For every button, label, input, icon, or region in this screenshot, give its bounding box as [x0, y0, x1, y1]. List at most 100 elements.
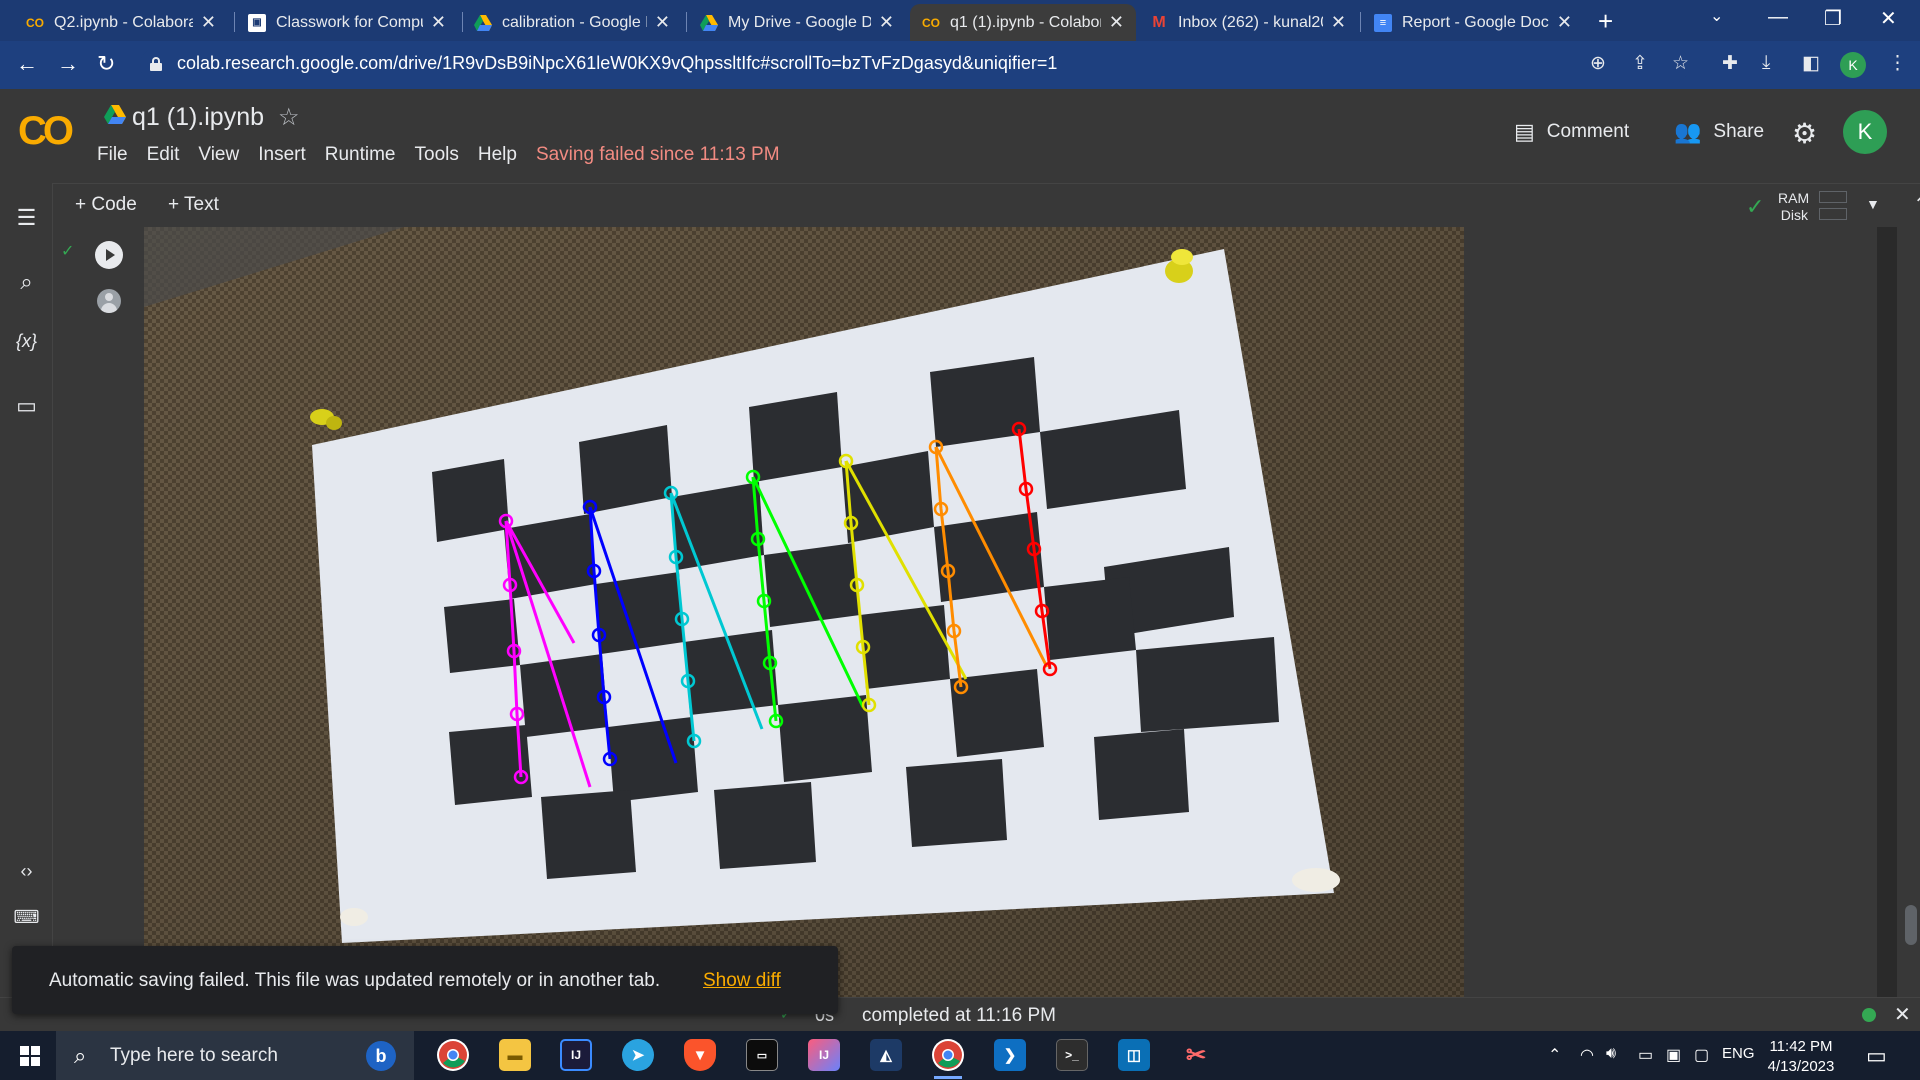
kebab-menu-icon[interactable]: ⋮	[1888, 52, 1907, 75]
share-button[interactable]: 👥 Share	[1674, 119, 1764, 145]
avatar[interactable]: K	[1843, 110, 1887, 154]
add-code-button[interactable]: + Code	[75, 194, 137, 216]
tray-chevron-up-icon[interactable]: ⌃	[1548, 1045, 1561, 1065]
side-panel-icon[interactable]: ◧	[1802, 52, 1820, 75]
browser-tab-active[interactable]: CO q1 (1).ipynb - Colabor ✕	[910, 4, 1136, 41]
page-scrollbar-thumb[interactable]	[1905, 905, 1917, 945]
output-scrollbar[interactable]	[1877, 227, 1897, 997]
meet-now-icon[interactable]: ▢	[1694, 1045, 1709, 1065]
intellij-ultimate-icon[interactable]: IJ	[808, 1039, 840, 1071]
browser-tab[interactable]: M Inbox (262) - kunal20 ✕	[1138, 4, 1358, 41]
close-tab-icon[interactable]: ✕	[1109, 12, 1124, 33]
share-label: Share	[1713, 121, 1765, 142]
tab-title: My Drive - Google Dr	[728, 13, 871, 31]
forward-icon[interactable]: →	[57, 51, 79, 77]
tab-search-chevron-icon[interactable]: ⌄	[1710, 6, 1723, 26]
table-of-contents-icon[interactable]: ☰	[0, 205, 53, 231]
close-tab-icon[interactable]: ✕	[201, 12, 216, 33]
drive-icon[interactable]	[104, 105, 126, 125]
comment-label: Comment	[1546, 121, 1630, 142]
restore-icon[interactable]: ❐	[1824, 6, 1842, 31]
colab-logo[interactable]: CO	[18, 109, 74, 154]
brave-icon[interactable]: ▼	[684, 1039, 716, 1071]
tab-separator	[1360, 12, 1361, 32]
language-indicator[interactable]: ENG	[1722, 1045, 1755, 1062]
menu-help[interactable]: Help	[478, 144, 517, 166]
colab-header: CO q1 (1).ipynb ☆ File Edit View Insert …	[0, 89, 1920, 183]
profile-avatar[interactable]: K	[1840, 52, 1866, 78]
save-status[interactable]: Saving failed since 11:13 PM	[536, 144, 780, 166]
resources-indicator[interactable]: ✓ RAM Disk ▼	[1746, 188, 1886, 224]
star-icon[interactable]: ☆	[278, 103, 300, 132]
minimize-icon[interactable]: —	[1768, 6, 1788, 29]
windows-start-icon[interactable]	[20, 1046, 40, 1066]
bookmark-star-icon[interactable]: ☆	[1672, 52, 1689, 75]
browser-tab[interactable]: ▣ Classwork for Comput ✕	[236, 4, 458, 41]
code-snippets-icon[interactable]: ‹›	[0, 861, 53, 882]
share-page-icon[interactable]: ⇪	[1632, 52, 1648, 75]
run-cell-button[interactable]	[95, 241, 123, 269]
notebook-title[interactable]: q1 (1).ipynb	[132, 103, 264, 132]
close-tab-icon[interactable]: ✕	[655, 12, 670, 33]
disk-bar	[1819, 208, 1847, 220]
search-icon[interactable]: ⌕	[0, 269, 53, 295]
search-icon: ⌕	[74, 1043, 87, 1068]
volume-icon[interactable]: 🔊︎	[1606, 1045, 1616, 1063]
chevron-up-icon[interactable]: ⌃	[1913, 192, 1920, 217]
intellij-icon[interactable]: IJ	[560, 1039, 592, 1071]
vscode-icon[interactable]: ❯	[994, 1039, 1026, 1071]
drive-icon	[474, 14, 492, 32]
close-tab-icon[interactable]: ✕	[1557, 12, 1572, 33]
mysql-workbench-icon[interactable]: ◭	[870, 1039, 902, 1071]
menu-insert[interactable]: Insert	[258, 144, 306, 166]
network-icon[interactable]: ▣	[1666, 1045, 1681, 1065]
taskbar-search[interactable]: ⌕ Type here to search b	[56, 1031, 414, 1080]
close-tab-icon[interactable]: ✕	[431, 12, 446, 33]
command-palette-icon[interactable]: ⌨	[0, 907, 53, 928]
file-explorer-icon[interactable]: ▬	[499, 1039, 531, 1071]
chrome-icon[interactable]	[437, 1039, 469, 1071]
browser-tab[interactable]: My Drive - Google Dr ✕	[688, 4, 906, 41]
caret-down-icon[interactable]: ▼	[1866, 196, 1880, 212]
gear-icon[interactable]: ⚙	[1792, 117, 1817, 150]
zoom-icon[interactable]: ⊕	[1590, 52, 1606, 75]
status-message[interactable]: completed at 11:16 PM	[862, 1005, 1056, 1027]
snipping-tool-icon[interactable]: ✂	[1180, 1039, 1212, 1071]
folder-icon[interactable]: ▭	[0, 393, 53, 419]
bing-icon[interactable]: b	[366, 1041, 396, 1071]
lock-icon[interactable]	[150, 57, 162, 71]
browser-tab[interactable]: calibration - Google D ✕	[462, 4, 682, 41]
show-diff-link[interactable]: Show diff	[703, 970, 781, 992]
extensions-icon[interactable]: ✚	[1722, 52, 1738, 75]
close-tab-icon[interactable]: ✕	[879, 12, 894, 33]
battery-icon[interactable]: ▭	[1638, 1045, 1653, 1065]
close-tab-icon[interactable]: ✕	[1331, 12, 1346, 33]
terminal-icon[interactable]: ▭	[746, 1039, 778, 1071]
notification-center-icon[interactable]: ▭	[1866, 1043, 1887, 1069]
wifi-icon[interactable]: ◠	[1580, 1045, 1594, 1065]
download-icon[interactable]: ⤓	[1762, 52, 1770, 74]
menu-bar: File Edit View Insert Runtime Tools Help…	[97, 144, 780, 166]
new-tab-button[interactable]: +	[1598, 6, 1613, 37]
virtualbox-icon[interactable]: ◫	[1118, 1039, 1150, 1071]
windows-terminal-icon[interactable]: >_	[1056, 1039, 1088, 1071]
left-sidebar: ☰ ⌕ {x} ▭ ‹› ⌨	[0, 183, 53, 1031]
url-text[interactable]: colab.research.google.com/drive/1R9vDsB9…	[177, 53, 1057, 74]
browser-tab[interactable]: CO Q2.ipynb - Colaborato ✕	[14, 4, 228, 41]
close-status-icon[interactable]: ✕	[1894, 1002, 1911, 1027]
menu-file[interactable]: File	[97, 144, 128, 166]
add-text-button[interactable]: + Text	[168, 194, 219, 216]
browser-tab[interactable]: ≡ Report - Google Docs ✕	[1362, 4, 1584, 41]
taskbar-clock[interactable]: 11:42 PM 4/13/2023	[1756, 1037, 1846, 1077]
close-window-icon[interactable]: ✕	[1880, 6, 1897, 31]
menu-runtime[interactable]: Runtime	[325, 144, 396, 166]
reload-icon[interactable]: ↻	[97, 51, 115, 77]
back-icon[interactable]: ←	[16, 51, 38, 77]
menu-tools[interactable]: Tools	[415, 144, 459, 166]
variables-icon[interactable]: {x}	[0, 331, 53, 352]
comment-button[interactable]: ▤ Comment	[1514, 119, 1629, 145]
chrome-active-icon[interactable]	[932, 1039, 964, 1079]
menu-view[interactable]: View	[198, 144, 239, 166]
telegram-icon[interactable]: ➤	[622, 1039, 654, 1071]
menu-edit[interactable]: Edit	[147, 144, 180, 166]
